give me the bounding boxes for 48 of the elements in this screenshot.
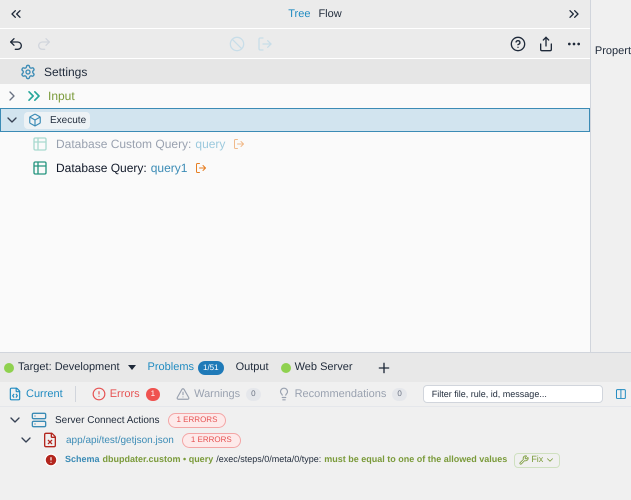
view-tab[interactable]: Tree bbox=[288, 6, 310, 22]
filter-field[interactable]: Filter file, rule, id, message... bbox=[422, 385, 604, 403]
tree-label: Settings bbox=[44, 64, 88, 80]
view-tab[interactable]: Flow bbox=[318, 6, 342, 22]
gear-icon bbox=[20, 64, 36, 80]
errors-filter[interactable]: Errors 1 bbox=[88, 386, 164, 402]
file-code-icon bbox=[8, 387, 22, 401]
step-value: query1 bbox=[150, 160, 188, 177]
error-path: /exec/steps/0/meta/0/type: bbox=[216, 453, 322, 466]
file-error-icon bbox=[42, 432, 58, 448]
tree-label: Input bbox=[48, 88, 75, 105]
tree-row[interactable]: Database Query: query1 bbox=[0, 156, 590, 180]
tree-row[interactable]: Settings bbox=[0, 59, 590, 84]
file-link[interactable]: app/api/test/getjson.json bbox=[66, 432, 174, 448]
panel-tab[interactable]: Output bbox=[236, 359, 269, 376]
warnings-filter[interactable]: Warnings 0 bbox=[172, 386, 265, 402]
table-icon bbox=[32, 136, 48, 152]
panel-title: Propert bbox=[594, 45, 631, 57]
wrench-icon bbox=[519, 455, 530, 465]
undo-icon[interactable] bbox=[8, 36, 24, 52]
execute-chip: Execute bbox=[24, 112, 90, 128]
alert-circle-icon bbox=[92, 387, 106, 401]
error-count-badge: 1 ERRORS bbox=[168, 412, 226, 428]
step-label: Database Query: bbox=[56, 160, 147, 177]
fix-button[interactable]: Fix bbox=[514, 452, 560, 468]
recommendations-filter[interactable]: Recommendations 0 bbox=[272, 386, 411, 402]
error-count-badge: 1 ERRORS bbox=[182, 432, 241, 448]
panel-tab[interactable]: Problems 1/51 bbox=[148, 359, 224, 376]
exit-icon bbox=[233, 138, 246, 150]
step-value: query bbox=[195, 136, 226, 153]
warning-icon bbox=[176, 387, 190, 401]
error-message: must be equal to one of the allowed values bbox=[324, 453, 508, 466]
share-icon[interactable] bbox=[538, 36, 554, 52]
step-label: Database Custom Query: bbox=[56, 136, 192, 153]
target-dropdown[interactable]: Target: Development bbox=[18, 359, 136, 376]
table-icon bbox=[32, 160, 48, 176]
error-source: Schema bbox=[65, 453, 100, 466]
split-view-icon[interactable] bbox=[615, 386, 627, 402]
cube-icon bbox=[28, 113, 42, 127]
help-icon[interactable] bbox=[510, 36, 526, 52]
server-tab[interactable]: Web Server bbox=[294, 359, 352, 376]
current-filter[interactable]: Current bbox=[4, 386, 76, 402]
server-icon bbox=[31, 412, 47, 428]
error-icon bbox=[44, 453, 58, 467]
exit-icon bbox=[195, 162, 208, 174]
tree-row[interactable]: Execute bbox=[0, 108, 590, 132]
error-rule: dbupdater.custom • query bbox=[102, 453, 214, 466]
group-label: Server Connect Actions bbox=[55, 414, 160, 428]
